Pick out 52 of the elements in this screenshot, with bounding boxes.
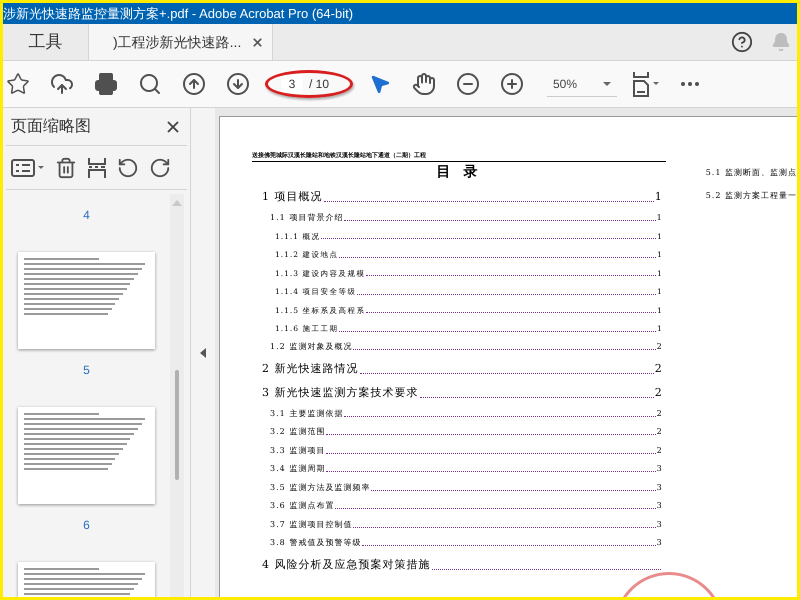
page-fit-icon[interactable] xyxy=(631,69,661,99)
toc-entry-title[interactable]: 5.1 监测断面、监测点 xyxy=(706,167,797,179)
window-title: 涉新光快速路监控量测方案+.pdf - Adobe Acrobat Pro (64-bit) xyxy=(3,4,354,23)
rotate-right-icon[interactable] xyxy=(149,156,171,178)
toc-page-number: 3 xyxy=(656,518,662,530)
toc-entry-title[interactable]: 5.2 监测方案工程量一 xyxy=(706,190,797,202)
panel-title: 页面缩略图 xyxy=(11,116,91,136)
toc-entry-title[interactable]: 4 风险分析及应急预案对策措施 xyxy=(262,556,430,573)
page-number-label: 6 xyxy=(83,517,90,534)
toc-heading: 目 录 xyxy=(436,163,482,181)
toc-entry-title[interactable]: 3.7 监测项目控制值 xyxy=(270,518,352,530)
page-thumbnail[interactable] xyxy=(18,407,155,504)
toc-page-number: 3 xyxy=(656,463,662,475)
trash-icon[interactable] xyxy=(55,156,77,178)
toc-entry-title[interactable]: 1 项目概况 xyxy=(262,188,322,205)
toc-page-number: 2 xyxy=(654,360,662,376)
toc-page-number: 1 xyxy=(654,188,662,204)
toc-page-number: 3 xyxy=(656,537,662,549)
page-number-label: 5 xyxy=(83,362,90,379)
toc-page-number: 2 xyxy=(654,384,662,400)
zoom-dropdown[interactable]: 50% xyxy=(547,71,617,97)
options-menu-icon[interactable] xyxy=(11,158,45,176)
rotate-left-icon[interactable] xyxy=(117,156,139,178)
toc-page-number: 2 xyxy=(656,408,662,420)
page-number-label: 4 xyxy=(83,207,90,224)
toc-entry-title[interactable]: 3.8 警戒值及预警等级 xyxy=(270,537,362,549)
toc-entry-title[interactable]: 3.2 监测范围 xyxy=(270,426,326,438)
toc-entry-title[interactable]: 1.2 监测对象及概况 xyxy=(270,341,352,353)
toc-page-number: 3 xyxy=(656,482,662,494)
toc-entry-title[interactable]: 3 新光快速监测方案技术要求 xyxy=(262,384,418,401)
help-icon[interactable] xyxy=(731,31,753,53)
caret-icon xyxy=(603,82,611,86)
close-icon xyxy=(251,36,264,48)
toc-page-number: 3 xyxy=(656,500,662,512)
toc-entry-title[interactable]: 1.1 项目背景介绍 xyxy=(270,212,344,224)
toc-page-number: 2 xyxy=(656,426,662,438)
toc-page-number: 1 xyxy=(656,212,662,224)
collapse-panel-icon[interactable] xyxy=(200,348,206,358)
page-thumbnail[interactable] xyxy=(18,252,155,349)
scrollbar[interactable] xyxy=(170,194,184,597)
toc-entry-title[interactable]: 3.4 监测周期 xyxy=(270,463,326,475)
toc-page-number: 2 xyxy=(656,444,662,456)
toc-entry-title[interactable]: 3.3 监测项目 xyxy=(270,444,326,456)
toc-entry-title[interactable]: 3.5 监测方法及监测频率 xyxy=(270,482,370,494)
toc-page-number: 2 xyxy=(656,341,662,353)
page-total: / 10 xyxy=(309,76,330,93)
toc-entry-title[interactable]: 3.6 监测点布置 xyxy=(270,500,334,512)
crop-pages-icon[interactable] xyxy=(87,156,107,178)
toc-entry-title[interactable]: 2 新光快速路情况 xyxy=(262,360,358,377)
toc-entry-title[interactable]: 3.1 主要监测依据 xyxy=(270,408,344,420)
tab[interactable]: )工程涉新光快速路... xyxy=(88,24,273,60)
page-number-field[interactable]: 3 xyxy=(281,74,303,94)
